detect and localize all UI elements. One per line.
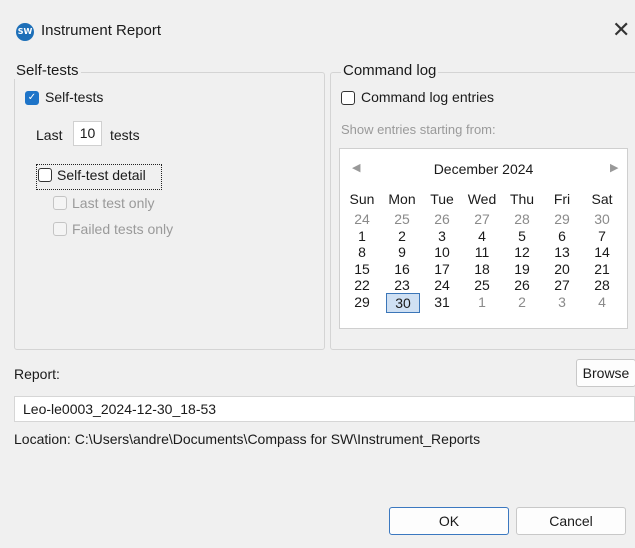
calendar-day[interactable]: 22 [344,277,380,293]
calendar-day[interactable]: 21 [584,261,620,277]
weekday-header: Mon [388,191,416,207]
self-tests-checkbox-label[interactable]: Self-tests [45,89,103,105]
calendar-day[interactable]: 23 [384,277,420,293]
calendar-month-label[interactable]: December 2024 [340,161,627,177]
title-bar: SW Instrument Report ✕ [0,0,635,62]
calendar-day[interactable]: 9 [384,244,420,260]
weekday-header: Fri [553,191,571,207]
tests-label: tests [110,127,140,143]
weekday-header: Tue [430,191,454,207]
calendar-day[interactable]: 8 [344,244,380,260]
self-test-detail-label[interactable]: Self-test detail [57,167,146,183]
report-label: Report: [14,366,60,382]
calendar-day[interactable]: 4 [584,294,620,310]
calendar-day[interactable]: 27 [464,211,500,227]
self-tests-group-title: Self-tests [14,62,81,79]
month-calendar[interactable]: ◀ December 2024 ▶ Sun Mon Tue Wed Thu Fri Sat 2… [339,148,628,329]
cancel-button[interactable]: Cancel [516,507,626,535]
calendar-day[interactable]: 26 [424,211,460,227]
calendar-day[interactable]: 26 [504,277,540,293]
weekday-header: Sat [591,191,613,207]
calendar-day[interactable]: 2 [504,294,540,310]
calendar-day[interactable]: 25 [384,211,420,227]
calendar-day[interactable]: 30 [584,211,620,227]
command-log-group-title: Command log [341,62,439,79]
calendar-day[interactable]: 18 [464,261,500,277]
browse-button[interactable]: Browse [576,359,635,387]
location-text: Location: C:\Users\andre\Documents\Compa… [14,431,481,447]
calendar-day[interactable]: 24 [424,277,460,293]
calendar-day[interactable]: 1 [344,228,380,244]
calendar-day[interactable]: 5 [504,228,540,244]
ok-button[interactable]: OK [389,507,509,535]
calendar-day[interactable]: 29 [544,211,580,227]
calendar-day[interactable]: 28 [504,211,540,227]
calendar-day[interactable]: 3 [544,294,580,310]
calendar-day[interactable]: 28 [584,277,620,293]
last-label: Last [36,127,63,143]
calendar-day[interactable]: 10 [424,244,460,260]
calendar-day[interactable]: 16 [384,261,420,277]
command-log-checkbox-label[interactable]: Command log entries [361,89,494,105]
self-tests-checkbox[interactable]: ✓ [25,91,39,105]
last-test-only-label[interactable]: Last test only [72,195,155,211]
app-logo-icon: SW [16,23,34,41]
calendar-day[interactable]: 25 [464,277,500,293]
calendar-day[interactable]: 12 [504,244,540,260]
calendar-day[interactable]: 24 [344,211,380,227]
calendar-day[interactable]: 11 [464,244,500,260]
self-tests-group [14,72,325,350]
calendar-day[interactable]: 19 [504,261,540,277]
calendar-day[interactable]: 3 [424,228,460,244]
calendar-day[interactable]: 29 [344,294,380,310]
calendar-day[interactable]: 31 [424,294,460,310]
calendar-day[interactable]: 20 [544,261,580,277]
calendar-day[interactable]: 17 [424,261,460,277]
calendar-day[interactable]: 1 [464,294,500,310]
calendar-day[interactable]: 4 [464,228,500,244]
report-filename-field[interactable]: Leo-le0003_2024-12-30_18-53 [14,396,635,422]
calendar-day[interactable]: 15 [344,261,380,277]
calendar-day[interactable]: 13 [544,244,580,260]
failed-tests-only-checkbox[interactable] [53,222,67,236]
failed-tests-only-label[interactable]: Failed tests only [72,221,173,237]
last-test-only-checkbox[interactable] [53,196,67,210]
window-title: Instrument Report [41,22,162,39]
calendar-day[interactable]: 6 [544,228,580,244]
weekday-header: Sun [349,191,375,207]
show-entries-label: Show entries starting from: [341,122,496,137]
command-log-checkbox[interactable] [341,91,355,105]
close-icon[interactable]: ✕ [612,15,635,45]
weekday-header: Wed [467,191,497,207]
calendar-day[interactable]: 2 [384,228,420,244]
test-count-input[interactable]: 10 [73,121,102,146]
calendar-day[interactable]: 7 [584,228,620,244]
self-test-detail-checkbox[interactable] [38,168,52,182]
calendar-day[interactable]: 14 [584,244,620,260]
calendar-day[interactable]: 27 [544,277,580,293]
weekday-header: Thu [509,191,535,207]
next-month-icon[interactable]: ▶ [610,161,618,174]
calendar-day[interactable]: 30 [386,292,420,313]
